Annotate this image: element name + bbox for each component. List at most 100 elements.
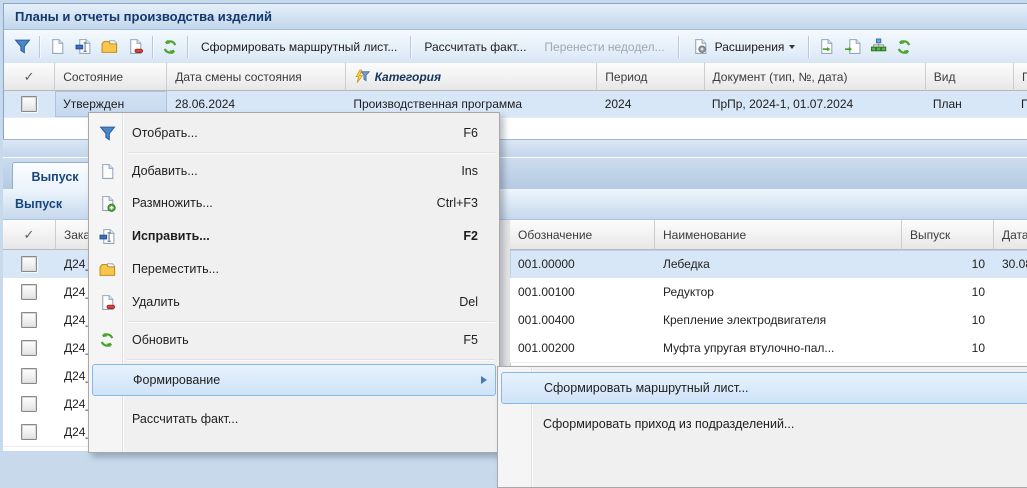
item-row[interactable]: 001.00400 Крепление электродвигателя 10 [510,306,1027,335]
column-header-kind[interactable]: Вид [926,63,1014,91]
menu-item-shortcut: F5 [463,333,478,347]
menu-item-duplicate[interactable]: Размножить... Ctrl+F3 [92,187,496,219]
category-filter-icon [354,69,370,85]
menu-item-label: Переместить... [132,262,219,276]
order-checkbox-cell [3,390,56,418]
import-document-icon [844,38,861,55]
filter-icon [92,125,122,142]
make-route-list-button[interactable]: Сформировать маршрутный лист... [192,36,406,58]
item-ship-date-cell [994,334,1027,362]
order-checkbox[interactable] [21,396,37,412]
menu-item-formation[interactable]: Формирование [92,364,496,396]
submenu-item-receipt[interactable]: Сформировать приход из подразделений... [501,408,1027,440]
filter-button[interactable] [9,34,35,60]
submenu-item-route-list[interactable]: Сформировать маршрутный лист... [501,372,1027,404]
menu-item-label: Сформировать приход из подразделений... [543,417,794,431]
column-header-period[interactable]: Период [597,63,704,91]
menu-item-shortcut: Ins [461,164,478,178]
menu-item-filter[interactable]: Отобрать... F6 [92,117,496,149]
order-checkbox-cell [3,362,56,390]
checkmark-icon: ✓ [24,227,35,243]
calc-fact-button[interactable]: Рассчитать факт... [415,36,535,58]
structure-button[interactable] [865,34,891,60]
refresh-icon [92,331,122,349]
menu-item-delete[interactable]: Удалить Del [92,286,496,318]
refresh-button[interactable] [157,34,183,60]
item-code-cell: 001.00000 [510,250,655,278]
column-header-document[interactable]: Документ (тип, №, дата) [705,63,926,91]
department-cell: ПДО [1013,91,1027,117]
column-header-ship-date[interactable]: Дата отгру [994,220,1027,250]
item-row[interactable]: 001.00200 Муфта упругая втулочно-пал... … [510,334,1027,363]
row-checkbox-cell [4,91,55,117]
toolbar-separator [410,36,411,58]
refresh-all-button[interactable] [891,34,917,60]
delete-button[interactable] [122,34,148,60]
delete-document-icon [127,38,144,55]
select-all-header[interactable]: ✓ [4,63,55,91]
menu-item-label: Отобрать... [132,126,198,140]
extensions-gear-icon [692,38,709,55]
copy-document-icon [92,195,122,212]
item-row[interactable]: 001.00000 Лебедка 10 30.08.2024 [510,250,1027,279]
column-header-state[interactable]: Состояние [55,63,167,91]
extensions-dropdown[interactable]: Расширения [683,34,805,59]
orders-select-all-header[interactable]: ✓ [3,220,56,250]
order-checkbox[interactable] [21,284,37,300]
menu-item-label: Добавить... [132,164,198,178]
order-checkbox[interactable] [21,368,37,384]
column-header-category[interactable]: Категория [346,63,598,91]
column-header-department[interactable]: Подразделени [1014,63,1027,91]
order-checkbox[interactable] [21,256,37,272]
menu-item-label: Рассчитать факт... [132,412,238,426]
item-ship-date-cell [994,278,1027,306]
menu-item-move[interactable]: Переместить... [92,253,496,285]
item-qty-cell: 10 [902,334,994,362]
menu-item-add[interactable]: Добавить... Ins [92,155,496,187]
order-checkbox[interactable] [21,424,37,440]
item-code-cell: 001.00200 [510,334,655,362]
export-button[interactable] [813,34,839,60]
column-header-state-date[interactable]: Дата смены состояния [167,63,345,91]
menu-item-edit[interactable]: Исправить... F2 [92,220,496,252]
move-backlog-button: Перенести недодел... [535,36,673,58]
item-ship-date-cell [994,306,1027,334]
menu-item-calc-fact[interactable]: Рассчитать факт... [92,403,496,435]
menu-separator [127,359,495,361]
toolbar-separator [678,36,679,58]
order-checkbox-cell [3,306,56,334]
move-button[interactable] [96,34,122,60]
menu-item-label: Формирование [133,373,220,387]
row-checkbox[interactable] [21,96,37,112]
column-header-name[interactable]: Наименование [655,220,902,250]
toolbar-separator [152,36,153,58]
edit-button[interactable] [70,34,96,60]
order-checkbox[interactable] [21,312,37,328]
order-checkbox-cell [3,278,56,306]
column-header-code[interactable]: Обозначение [510,220,655,250]
item-row[interactable]: 001.00100 Редуктор 10 [510,278,1027,307]
add-button[interactable] [44,34,70,60]
period-cell: 2024 [597,91,704,117]
delete-document-icon [92,294,122,311]
order-checkbox-cell [3,334,56,362]
document-cell: ПрПр, 2024-1, 01.07.2024 [704,91,925,117]
import-button[interactable] [839,34,865,60]
move-folder-icon [92,261,122,278]
item-name-cell: Муфта упругая втулочно-пал... [655,334,902,362]
window-titlebar: Планы и отчеты производства изделий [4,4,1027,30]
menu-item-refresh[interactable]: Обновить F5 [92,324,496,356]
item-code-cell: 001.00100 [510,278,655,306]
column-header-qty[interactable]: Выпуск [902,220,994,250]
order-checkbox[interactable] [21,340,37,356]
order-checkbox-cell [3,418,56,446]
menu-item-label: Размножить... [132,196,213,210]
item-name-cell: Редуктор [655,278,902,306]
extensions-label: Расширения [715,40,785,54]
tab-vypusk[interactable]: Выпуск [12,162,98,191]
filter-icon [14,38,31,55]
chevron-down-icon [789,45,795,49]
move-folder-icon [101,38,118,55]
items-table-header: Обозначение Наименование Выпуск Дата отг… [510,220,1027,250]
menu-item-label: Исправить... [132,229,210,243]
